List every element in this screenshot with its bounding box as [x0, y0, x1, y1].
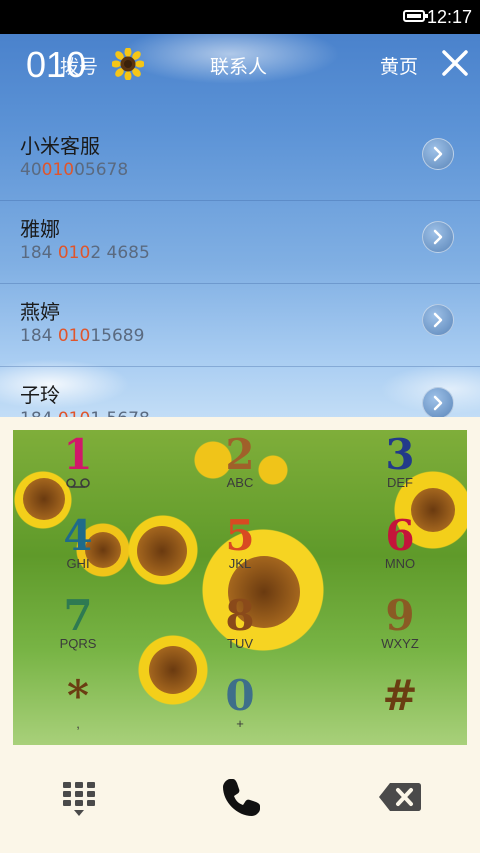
key-digit: * [67, 671, 89, 720]
close-icon[interactable] [440, 48, 470, 78]
key-1[interactable]: 1 [33, 433, 123, 513]
top-bar: 010 拨号 联系人 黄页 [0, 34, 480, 98]
dialpad-toggle-icon[interactable] [60, 780, 98, 818]
key-digit: 0 [225, 671, 255, 720]
key-digit: 5 [225, 511, 255, 560]
contact-list: 小米客服 4001005678 雅娜 184 0102 4685 燕婷 184 … [0, 118, 480, 417]
key-3[interactable]: 3 DEF [355, 433, 445, 513]
contact-row[interactable]: 子玲 184 0101 5678 [0, 367, 480, 417]
contact-name: 雅娜 [20, 217, 60, 241]
backspace-icon[interactable] [378, 781, 422, 813]
key-digit: 6 [385, 511, 415, 560]
key-5[interactable]: 5 JKL [195, 514, 285, 594]
keypad: 1 2 ABC 3 DEF 4 GHI 5 JKL 6 MNO 7 PQRS 8… [13, 430, 467, 745]
key-digit: # [382, 671, 418, 720]
phone-call-icon[interactable] [218, 775, 264, 821]
key-4[interactable]: 4 GHI [33, 514, 123, 594]
chevron-right-icon[interactable] [422, 138, 454, 170]
key-digit: 4 [63, 511, 93, 560]
contact-row[interactable]: 小米客服 4001005678 [0, 118, 480, 201]
contact-number: 184 0102 4685 [20, 243, 150, 263]
key-digit: 3 [385, 430, 415, 479]
tab-yellow-pages[interactable]: 黄页 [380, 52, 418, 79]
key-7[interactable]: 7 PQRS [33, 594, 123, 674]
contact-number: 184 0101 5678 [20, 409, 150, 417]
key-letters: MNO [384, 556, 416, 571]
contact-name: 子玲 [20, 383, 60, 407]
contact-row[interactable]: 雅娜 184 0102 4685 [0, 201, 480, 284]
chevron-right-icon[interactable] [422, 221, 454, 253]
contact-number: 4001005678 [20, 160, 129, 180]
contact-name: 小米客服 [20, 134, 100, 158]
key-digit: 8 [225, 591, 255, 640]
key-digit: 7 [63, 591, 93, 640]
key-6[interactable]: 6 MNO [355, 514, 445, 594]
key-letters: GHI [66, 556, 90, 571]
key-0[interactable]: 0 + [195, 674, 285, 745]
chevron-right-icon[interactable] [422, 387, 454, 417]
key-letters: , [76, 716, 80, 731]
status-bar: 12:17 [0, 0, 480, 34]
key-letters: JKL [228, 556, 252, 571]
battery-icon [403, 10, 428, 22]
tab-contacts[interactable]: 联系人 [210, 52, 267, 79]
key-9[interactable]: 9 WXYZ [355, 594, 445, 674]
key-letters: DEF [387, 475, 413, 490]
status-time: 12:17 [426, 7, 472, 27]
contact-results-panel: 010 拨号 联系人 黄页 小米客服 4001005678 雅娜 184 010… [0, 34, 480, 417]
key-letters: PQRS [59, 636, 97, 651]
contact-name: 燕婷 [20, 300, 60, 324]
key-letters: WXYZ [381, 636, 419, 651]
key-digit: 1 [63, 430, 93, 479]
key-digit: 9 [385, 591, 415, 640]
keypad-panel: 1 2 ABC 3 DEF 4 GHI 5 JKL 6 MNO 7 PQRS 8… [0, 417, 480, 747]
key-letters: + [236, 716, 244, 731]
contact-row[interactable]: 燕婷 184 01015689 [0, 284, 480, 367]
bottom-action-bar [0, 747, 480, 853]
key-8[interactable]: 8 TUV [195, 594, 285, 674]
key-letters: TUV [227, 636, 253, 651]
key-digit: 2 [225, 430, 255, 479]
sunflower-icon [112, 48, 144, 80]
key-star[interactable]: * , [33, 674, 123, 745]
typed-number: 010 [26, 44, 87, 85]
key-2[interactable]: 2 ABC [195, 433, 285, 513]
key-letters: ABC [226, 475, 254, 490]
contact-number: 184 01015689 [20, 326, 145, 346]
key-hash[interactable]: # [355, 674, 445, 745]
chevron-right-icon[interactable] [422, 304, 454, 336]
